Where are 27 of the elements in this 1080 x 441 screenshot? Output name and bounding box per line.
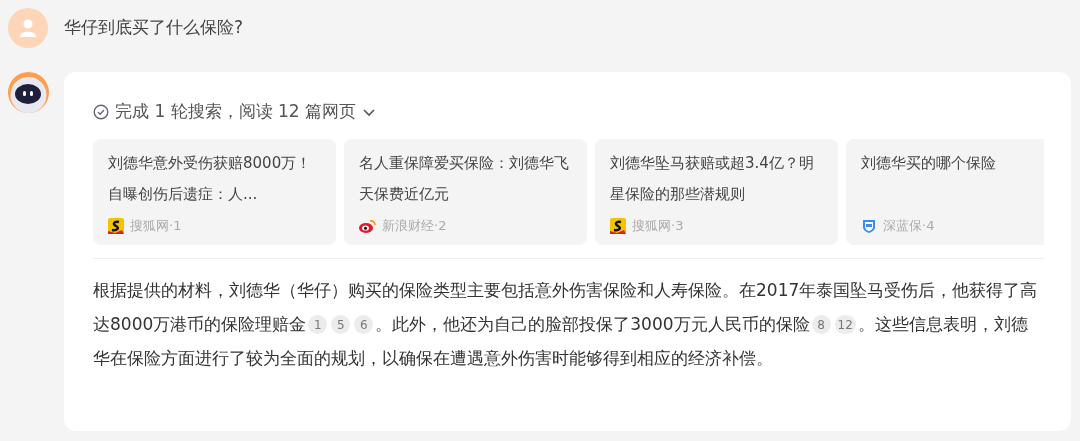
logo-icon (108, 217, 124, 234)
eye-logo-icon (359, 218, 376, 233)
source-title: 刘德华买的哪个保险 (861, 152, 997, 174)
citation-link[interactable]: 5 (331, 315, 351, 334)
logo-icon (610, 217, 626, 234)
citation-link[interactable]: 12 (834, 315, 856, 334)
question-text: 华仔到底买了什么保险? (64, 16, 244, 40)
robot-avatar (8, 72, 49, 113)
source-title: 刘德华意外受伤获赔8000万！自曝创伤后遗症：人... (108, 152, 313, 205)
check-circle-icon (93, 103, 109, 120)
source-label: 新浪财经·2 (382, 217, 447, 235)
citation-link[interactable]: 6 (354, 315, 374, 334)
shield-icon (861, 217, 877, 234)
citation-link[interactable]: 1 (308, 315, 328, 334)
source-title: 刘德华坠马获赔或超3.4亿？明星保险的那些潜规则 (610, 152, 815, 205)
source-title: 名人重保障爱买保险：刘德华飞天保费近亿元 (359, 152, 570, 205)
citation-link[interactable]: 8 (811, 315, 831, 334)
source-card[interactable]: 刘德华坠马获赔或超3.4亿？明星保险的那些潜规则 搜狐网·3 (595, 138, 838, 245)
source-card[interactable]: 名人重保障爱买保险：刘德华飞天保费近亿元 新浪财经·2 (344, 138, 587, 245)
answer-paragraph: 根据提供的材料，刘德华（华仔）购买的保险类型主要包括意外伤害保险和人寿保险。在2017年泰国坠马受伤后，他获得了高达8000万港币的保险理赔金 1 5 6 。此外，他还为自己的脸部投保了3000万元人民币的保险 8 12 。这些信息表明，刘德华在保险方面进行了较为全面的规划，以确保在遭遇意外伤害时能够得到相应的经济补偿。 (93, 278, 1039, 370)
person-icon (18, 18, 38, 38)
search-summary-toggle[interactable]: 完成 1 轮搜索，阅读 12 篇网页 (93, 99, 377, 125)
source-card[interactable]: 刘德华意外受伤获赔8000万！自曝创伤后遗症：人... 搜狐网·1 (93, 138, 336, 245)
source-label: 搜狐网·3 (632, 217, 684, 235)
source-label: 深蓝保·4 (883, 217, 935, 235)
source-card[interactable]: 刘德华买的哪个保险 深蓝保·4 (846, 138, 1044, 245)
source-label: 搜狐网·1 (130, 217, 182, 235)
